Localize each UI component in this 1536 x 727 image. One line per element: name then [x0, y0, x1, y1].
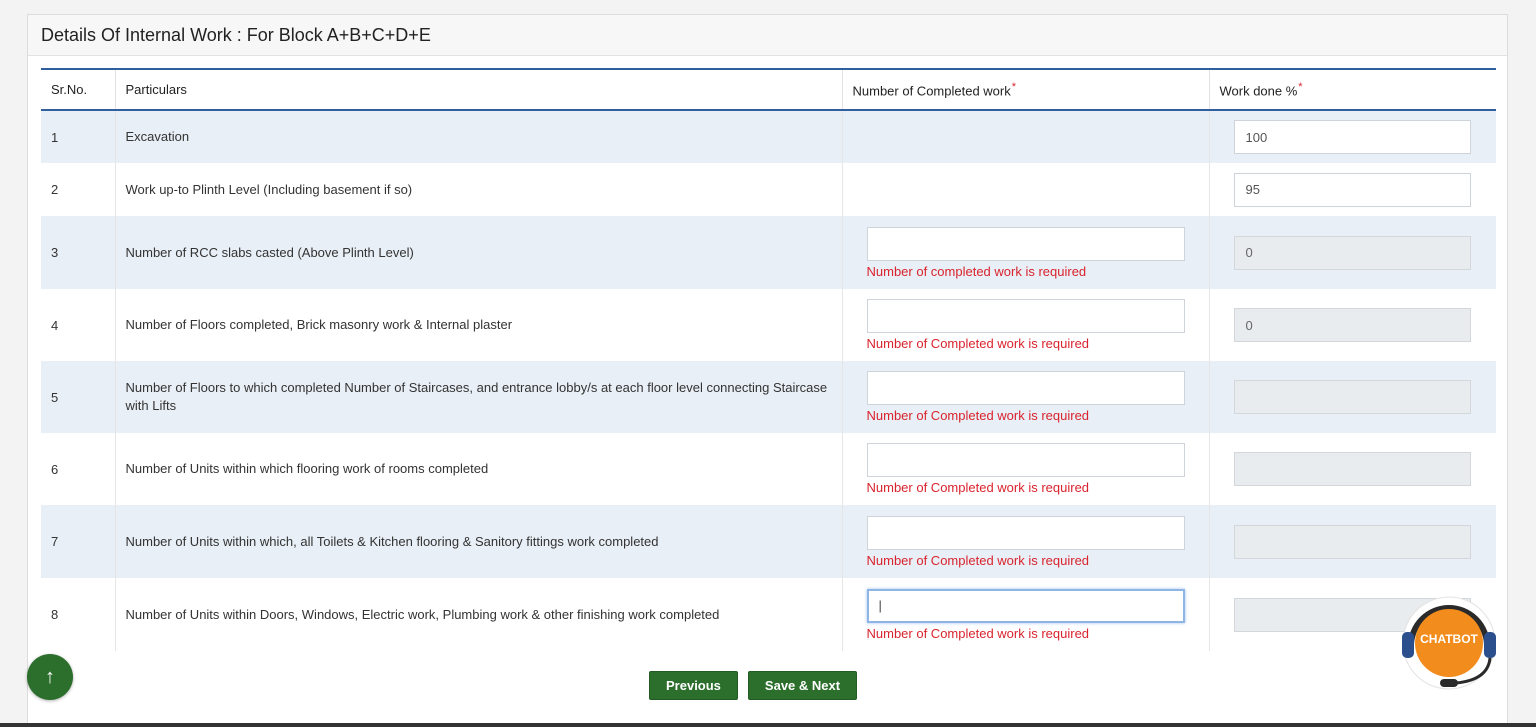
panel-header: Details Of Internal Work : For Block A+B…: [28, 15, 1507, 56]
cell-workdone: [1208, 505, 1496, 578]
completed-work-input[interactable]: [866, 515, 1185, 550]
internal-work-panel: Details Of Internal Work : For Block A+B…: [27, 14, 1508, 727]
header-particulars-label: Particulars: [125, 82, 187, 97]
table-scroll-container[interactable]: Sr.No. Particulars Number of Completed w…: [41, 68, 1496, 652]
header-completed-label: Number of Completed work: [852, 83, 1011, 99]
bottom-edge-bar: [0, 723, 1536, 727]
footer-buttons: Previous Save & Next: [649, 671, 858, 700]
work-done-percent-input: [1233, 452, 1471, 486]
table-header-row: Sr.No. Particulars Number of Completed w…: [41, 68, 1496, 111]
completed-work-input[interactable]: [866, 371, 1185, 405]
cell-particular: Number of Units within which flooring wo…: [114, 433, 842, 505]
cell-completed: Number of completed work is required: [841, 216, 1209, 289]
table-row: 1 Excavation: [41, 110, 1496, 163]
chatbot-label: CHATBOT: [1420, 632, 1478, 646]
cell-particular: Number of RCC slabs casted (Above Plinth…: [114, 216, 842, 289]
work-done-percent-input: [1233, 524, 1471, 559]
validation-error: Number of Completed work is required: [866, 336, 1090, 351]
table-row: 5 Number of Floors to which completed Num…: [41, 361, 1496, 433]
table-row: 2 Work up-to Plinth Level (Including base…: [41, 163, 1496, 216]
previous-button[interactable]: Previous: [649, 671, 738, 700]
required-asterisk: *: [1298, 80, 1303, 93]
table-row: 3 Number of RCC slabs casted (Above Plint…: [41, 216, 1496, 289]
cell-completed: [841, 163, 1209, 216]
cell-workdone: [1208, 163, 1496, 216]
validation-error: Number of Completed work is required: [866, 625, 1090, 641]
completed-work-input[interactable]: [866, 588, 1185, 623]
cell-completed: Number of Completed work is required: [841, 433, 1209, 505]
completed-work-input[interactable]: [866, 226, 1185, 261]
header-srno-label: Sr.No.: [51, 82, 88, 97]
cell-srno: 7: [41, 505, 115, 578]
cell-particular: Number of Units within Doors, Windows, E…: [114, 578, 842, 651]
table-row: 7 Number of Units within which, all Toile…: [41, 505, 1496, 578]
cell-particular: Number of Units within which, all Toilet…: [114, 505, 842, 578]
cell-particular: Work up-to Plinth Level (Including basem…: [114, 163, 842, 216]
work-done-percent-input: [1233, 235, 1471, 270]
completed-work-input[interactable]: [866, 299, 1185, 333]
arrow-up-icon: ↑: [45, 665, 55, 688]
cell-srno: 1: [41, 110, 115, 163]
save-next-button[interactable]: Save & Next: [747, 671, 858, 700]
cell-completed: Number of Completed work is required: [841, 361, 1209, 433]
work-done-percent-input[interactable]: [1233, 120, 1471, 154]
cell-srno: 3: [41, 216, 115, 289]
cell-workdone: [1208, 216, 1496, 289]
cell-srno: 4: [41, 289, 115, 361]
header-particulars: Particulars: [114, 68, 842, 111]
cell-completed: [841, 110, 1209, 163]
validation-error: Number of completed work is required: [866, 263, 1087, 279]
cell-workdone: [1208, 289, 1496, 361]
table-row: 4 Number of Floors completed, Brick mason…: [41, 289, 1496, 361]
cell-particular: Number of Floors completed, Brick masonr…: [114, 289, 842, 361]
cell-srno: 8: [41, 578, 115, 651]
header-workdone: Work done %*: [1208, 68, 1496, 111]
required-asterisk: *: [1011, 80, 1017, 93]
cell-completed: Number of Completed work is required: [841, 505, 1209, 578]
panel-title: Details Of Internal Work : For Block A+B…: [41, 24, 431, 45]
cell-workdone: [1208, 361, 1496, 433]
cell-particular: Excavation: [114, 110, 842, 163]
cell-srno: 2: [41, 163, 115, 216]
validation-error: Number of Completed work is required: [866, 408, 1090, 423]
cell-workdone: [1208, 110, 1496, 163]
cell-srno: 6: [41, 433, 115, 505]
header-workdone-label: Work done %: [1219, 83, 1298, 99]
work-done-percent-input: [1233, 308, 1471, 342]
validation-error: Number of Completed work is required: [866, 480, 1090, 495]
chatbot-button[interactable]: CHATBOT: [1394, 588, 1504, 698]
completed-work-input[interactable]: [866, 443, 1185, 477]
table-row: 8 Number of Units within Doors, Windows, …: [41, 578, 1496, 651]
cell-completed: Number of Completed work is required: [841, 578, 1209, 651]
cell-workdone: [1208, 433, 1496, 505]
scroll-to-top-button[interactable]: ↑: [27, 654, 73, 700]
header-srno: Sr.No.: [41, 68, 115, 111]
internal-work-table: Sr.No. Particulars Number of Completed w…: [41, 68, 1496, 651]
work-done-percent-input[interactable]: [1233, 172, 1471, 207]
header-completed: Number of Completed work*: [841, 68, 1209, 111]
cell-particular: Number of Floors to which completed Numb…: [114, 361, 842, 433]
cell-srno: 5: [41, 361, 115, 433]
cell-completed: Number of Completed work is required: [841, 289, 1209, 361]
validation-error: Number of Completed work is required: [866, 552, 1090, 568]
table-row: 6 Number of Units within which flooring w…: [41, 433, 1496, 505]
work-done-percent-input: [1233, 380, 1471, 414]
